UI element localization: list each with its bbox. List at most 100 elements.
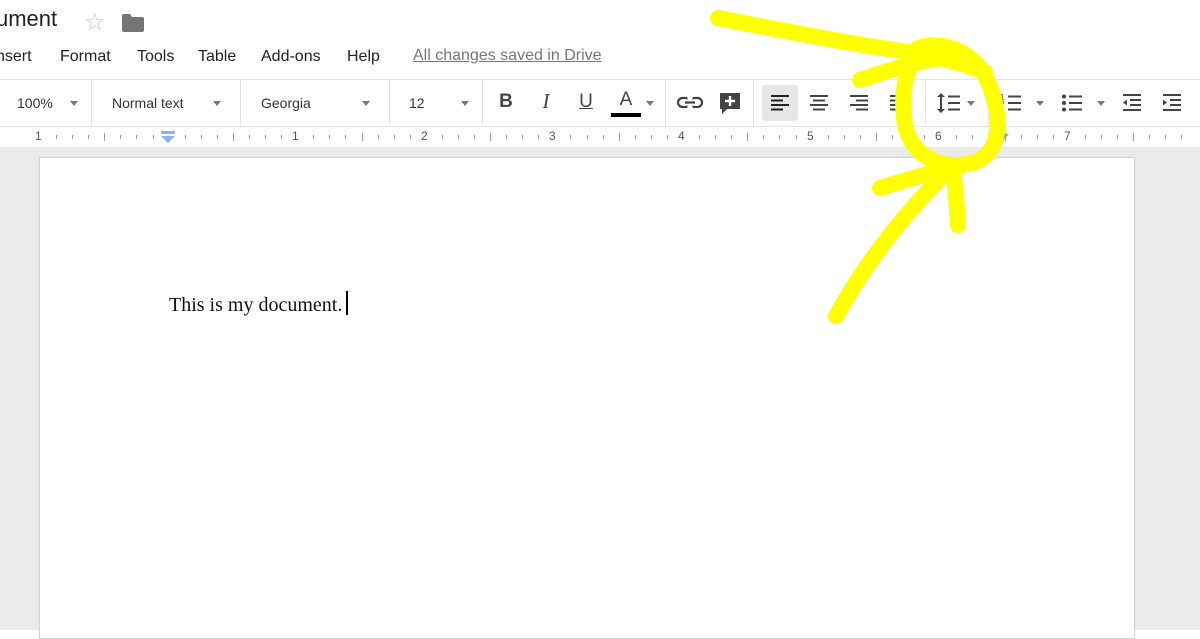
chevron-down-icon[interactable] <box>646 101 654 106</box>
ruler-tick <box>860 135 861 139</box>
ruler-tick <box>908 135 909 139</box>
chevron-down-icon <box>213 101 221 106</box>
ruler-tick <box>796 135 797 139</box>
ruler-tick <box>313 135 314 139</box>
ruler-tick <box>779 135 780 139</box>
toolbar-divider <box>925 80 926 126</box>
menu-format[interactable]: Format <box>60 48 111 66</box>
ruler-number: 1 <box>292 129 299 143</box>
menu-bar: nsert Format Tools Table Add-ons Help Al… <box>0 44 1200 70</box>
ruler-tick <box>458 135 459 139</box>
ruler-tick <box>1181 135 1182 139</box>
ruler-tick <box>747 133 748 141</box>
ruler-tick <box>924 135 925 139</box>
ruler-tick <box>538 135 539 139</box>
ruler-tick <box>1053 135 1054 139</box>
ruler-tick <box>715 135 716 139</box>
toolbar-divider <box>665 80 666 126</box>
font-select[interactable]: Georgia <box>241 80 389 126</box>
align-left-button[interactable] <box>762 85 798 121</box>
document-body[interactable]: This is my document. <box>169 291 349 317</box>
ruler-tick <box>249 135 250 139</box>
menu-addons[interactable]: Add-ons <box>261 48 321 66</box>
line-spacing-button[interactable] <box>932 85 980 121</box>
chevron-down-icon <box>70 101 78 106</box>
italic-label: I <box>542 89 550 113</box>
document-title[interactable]: ument <box>0 6 57 32</box>
svg-text:3: 3 <box>1000 107 1005 116</box>
ruler-tick <box>844 135 845 139</box>
ruler-tick <box>1165 135 1166 139</box>
zoom-select[interactable]: 100% <box>0 80 90 126</box>
ruler-tick <box>506 135 507 139</box>
bold-button[interactable]: B <box>489 85 523 121</box>
ruler-tick <box>394 135 395 139</box>
ruler-tick <box>329 135 330 139</box>
ruler-tick <box>619 133 620 141</box>
ruler-tick <box>56 135 57 139</box>
ruler-tick <box>892 135 893 139</box>
ruler-tick <box>651 135 652 139</box>
increase-indent-icon <box>1163 94 1181 111</box>
ruler-tick <box>345 135 346 139</box>
ruler-number: 6 <box>935 129 942 143</box>
ruler-number: 5 <box>807 129 814 143</box>
bold-label: B <box>499 91 513 112</box>
ruler-tick <box>378 135 379 139</box>
ruler-tick <box>233 133 234 141</box>
toolbar-divider <box>988 80 989 126</box>
ruler-tick <box>1037 135 1038 139</box>
bulleted-list-button[interactable] <box>1055 85 1109 121</box>
ruler-tick <box>988 135 989 139</box>
bulleted-list-icon <box>1062 94 1105 112</box>
ruler-tick <box>522 135 523 139</box>
folder-icon[interactable] <box>122 14 144 32</box>
align-center-button[interactable] <box>802 85 836 121</box>
toolbar-divider <box>753 80 754 126</box>
ruler-tick <box>699 135 700 139</box>
left-indent-marker[interactable] <box>160 131 176 145</box>
text-cursor <box>346 291 349 315</box>
link-icon[interactable] <box>673 85 707 121</box>
menu-insert[interactable]: nsert <box>0 48 32 66</box>
text-color-button[interactable]: A <box>609 85 643 121</box>
ruler-tick <box>72 135 73 139</box>
save-status-link[interactable]: All changes saved in Drive <box>413 47 602 65</box>
ruler-tick <box>201 135 202 139</box>
ruler-tick <box>265 135 266 139</box>
underline-button[interactable]: U <box>569 85 603 121</box>
document-page[interactable]: This is my document. <box>39 157 1135 639</box>
ruler-tick <box>217 135 218 139</box>
font-size-select[interactable]: 12 <box>390 80 482 126</box>
ruler-tick <box>635 135 636 139</box>
right-indent-marker[interactable] <box>995 134 1009 144</box>
decrease-indent-icon <box>1123 94 1141 111</box>
document-canvas: This is my document. <box>0 147 1200 639</box>
ruler-tick <box>185 135 186 139</box>
font-value: Georgia <box>261 95 311 111</box>
paragraph-style-select[interactable]: Normal text <box>92 80 240 126</box>
justify-icon <box>890 95 908 111</box>
justify-button[interactable] <box>882 85 916 121</box>
add-comment-icon[interactable] <box>713 85 747 121</box>
decrease-indent-button[interactable] <box>1115 85 1149 121</box>
menu-help[interactable]: Help <box>347 48 380 66</box>
ruler-tick <box>88 135 89 139</box>
ruler-tick <box>570 135 571 139</box>
ruler[interactable]: 1 1 2 3 4 5 6 7 <box>0 126 1200 148</box>
numbered-list-button[interactable]: 1 2 3 <box>995 85 1047 121</box>
menu-table[interactable]: Table <box>198 48 236 66</box>
document-text[interactable]: This is my document. <box>169 294 342 316</box>
ruler-tick <box>474 135 475 139</box>
ruler-tick <box>763 135 764 139</box>
star-icon[interactable]: ☆ <box>84 8 106 37</box>
menu-tools[interactable]: Tools <box>137 48 174 66</box>
ruler-tick <box>731 135 732 139</box>
line-spacing-icon <box>937 93 975 113</box>
underline-label: U <box>579 91 593 112</box>
align-right-button[interactable] <box>842 85 876 121</box>
ruler-tick <box>442 135 443 139</box>
ruler-tick <box>362 133 363 141</box>
italic-button[interactable]: I <box>529 85 563 121</box>
increase-indent-button[interactable] <box>1155 85 1189 121</box>
